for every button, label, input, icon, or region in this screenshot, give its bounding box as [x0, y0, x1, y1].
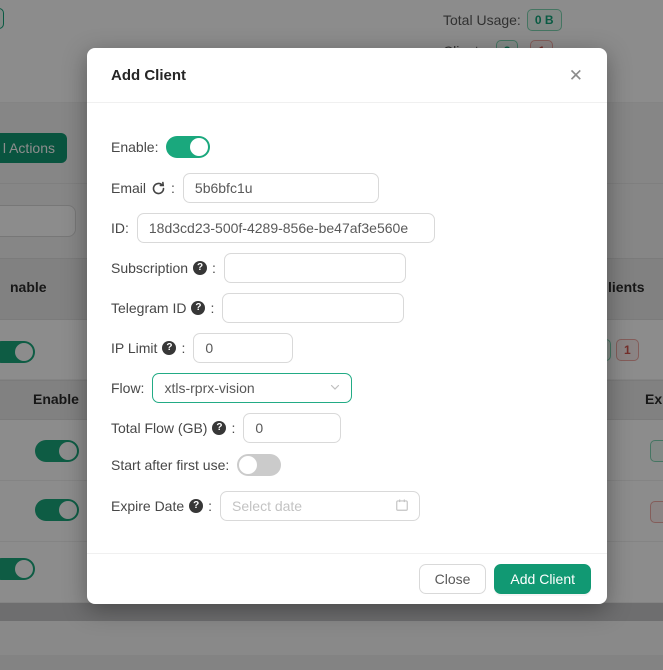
modal-title: Add Client	[111, 67, 186, 84]
enable-label: Enable:	[111, 139, 158, 155]
chevron-down-icon	[329, 380, 341, 396]
help-icon[interactable]: ?	[162, 341, 176, 355]
flow-selected-value: xtls-rprx-vision	[164, 380, 254, 396]
email-input[interactable]	[183, 173, 379, 203]
expire-date-picker[interactable]: Select date	[220, 491, 420, 521]
toggle-knob	[239, 456, 257, 474]
enable-toggle[interactable]	[166, 136, 210, 158]
modal-footer: Close Add Client	[87, 553, 607, 604]
total-flow-row: Total Flow (GB) ?:	[111, 413, 583, 443]
enable-row: Enable:	[111, 135, 583, 159]
start-after-first-use-row: Start after first use:	[111, 453, 583, 477]
flow-select[interactable]: xtls-rprx-vision	[152, 373, 352, 403]
calendar-icon	[395, 498, 409, 515]
flow-label: Flow:	[111, 380, 144, 396]
refresh-icon[interactable]	[151, 181, 166, 196]
telegram-id-row: Telegram ID ?:	[111, 293, 583, 323]
subscription-input[interactable]	[224, 253, 406, 283]
help-icon[interactable]: ?	[189, 499, 203, 513]
subscription-row: Subscription ?:	[111, 253, 583, 283]
total-flow-input[interactable]	[243, 413, 341, 443]
id-input[interactable]	[137, 213, 435, 243]
expire-date-placeholder: Select date	[232, 498, 302, 514]
modal-body: Enable: Email : ID: Subscription ?:	[87, 103, 607, 553]
id-label: ID:	[111, 220, 129, 236]
subscription-label: Subscription	[111, 260, 188, 276]
close-button[interactable]: Close	[419, 564, 487, 594]
start-after-first-use-toggle[interactable]	[237, 454, 281, 476]
help-icon[interactable]: ?	[191, 301, 205, 315]
expire-date-row: Expire Date ?: Select date	[111, 491, 583, 521]
ip-limit-row: IP Limit ?:	[111, 333, 583, 363]
help-icon[interactable]: ?	[193, 261, 207, 275]
email-row: Email :	[111, 173, 583, 203]
close-icon[interactable]: ✕	[569, 67, 583, 84]
toggle-knob	[190, 138, 208, 156]
add-client-modal: Add Client ✕ Enable: Email : ID:	[87, 48, 607, 604]
add-client-button[interactable]: Add Client	[494, 564, 591, 594]
email-label: Email	[111, 180, 146, 196]
telegram-id-input[interactable]	[222, 293, 404, 323]
help-icon[interactable]: ?	[212, 421, 226, 435]
total-flow-label: Total Flow (GB)	[111, 420, 207, 436]
telegram-id-label: Telegram ID	[111, 300, 186, 316]
id-row: ID:	[111, 213, 583, 243]
ip-limit-input[interactable]	[193, 333, 293, 363]
ip-limit-label: IP Limit	[111, 340, 157, 356]
modal-header: Add Client ✕	[87, 48, 607, 103]
expire-date-label: Expire Date	[111, 498, 184, 514]
start-after-first-use-label: Start after first use:	[111, 457, 229, 473]
flow-row: Flow: xtls-rprx-vision	[111, 373, 583, 403]
